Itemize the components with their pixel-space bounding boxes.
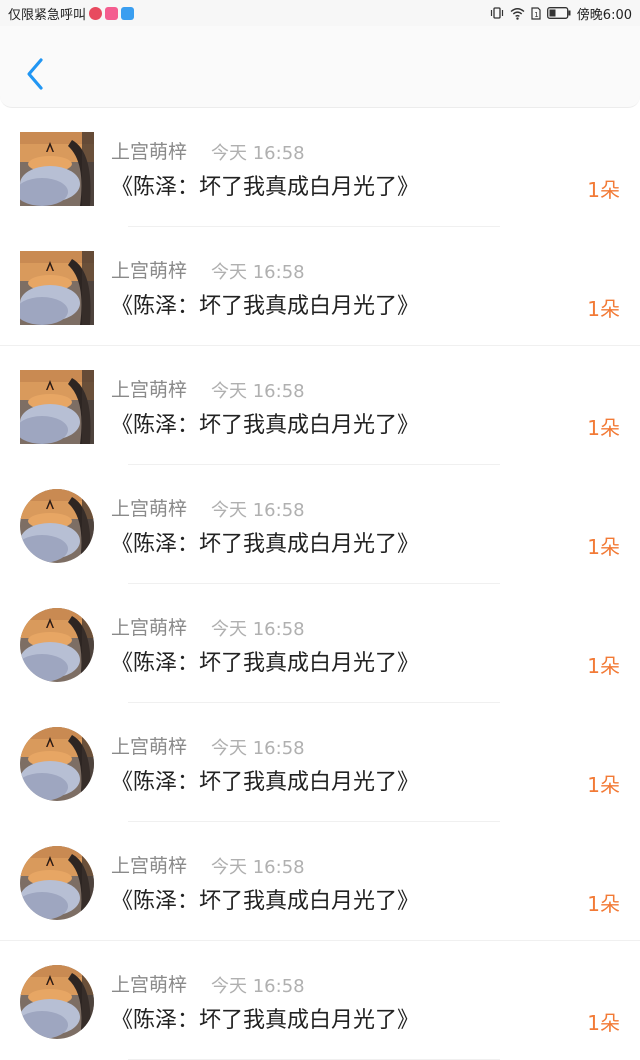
list-item[interactable]: 上宫萌梓 今天 16:58 《陈泽：坏了我真成白月光了》 1朵: [0, 227, 640, 346]
flower-count: 1朵: [587, 654, 620, 678]
svg-text:1: 1: [534, 11, 538, 19]
carrier-text: 仅限紧急呼叫: [8, 7, 87, 23]
battery-icon: [546, 7, 571, 19]
flower-count: 1朵: [587, 178, 620, 202]
list-item[interactable]: 上宫萌梓 今天 16:58 《陈泽：坏了我真成白月光了》 1朵: [0, 822, 640, 941]
message-time: 今天 16:58: [211, 143, 305, 164]
sender-name: 上宫萌梓: [111, 855, 188, 877]
top-app-bar: [0, 26, 640, 108]
app-badge-pink: [105, 6, 119, 20]
sender-name: 上宫萌梓: [111, 141, 188, 163]
flower-count: 1朵: [587, 535, 620, 559]
app-badge-red: [89, 6, 103, 20]
clock-text: 傍晚6:00: [576, 7, 632, 23]
book-title: 《陈泽：坏了我真成白月光了》: [111, 294, 420, 319]
avatar[interactable]: [20, 608, 94, 682]
flower-count: 1朵: [587, 773, 620, 797]
flower-count: 1朵: [587, 297, 620, 321]
flower-count: 1朵: [587, 416, 620, 440]
message-time: 今天 16:58: [211, 738, 305, 759]
sender-name: 上宫萌梓: [111, 260, 188, 282]
sender-name: 上宫萌梓: [111, 617, 188, 639]
message-time: 今天 16:58: [211, 619, 305, 640]
message-time: 今天 16:58: [211, 857, 305, 878]
message-time: 今天 16:58: [211, 976, 305, 997]
sender-name: 上宫萌梓: [111, 974, 188, 996]
status-right: 1 傍晚6:00: [490, 4, 632, 23]
avatar[interactable]: [20, 965, 94, 1039]
avatar[interactable]: [20, 489, 94, 563]
flower-count: 1朵: [587, 892, 620, 916]
book-title: 《陈泽：坏了我真成白月光了》: [111, 532, 420, 557]
sender-name: 上宫萌梓: [111, 498, 188, 520]
list-item[interactable]: 上宫萌梓 今天 16:58 《陈泽：坏了我真成白月光了》 1朵: [0, 584, 640, 703]
list-item[interactable]: 上宫萌梓 今天 16:58 《陈泽：坏了我真成白月光了》 1朵: [0, 703, 640, 822]
vibrate-icon: [490, 6, 504, 20]
list-item[interactable]: 上宫萌梓 今天 16:58 《陈泽：坏了我真成白月光了》 1朵: [0, 941, 640, 1060]
chevron-left-icon: [27, 58, 43, 90]
status-bar: 仅限紧急呼叫 1 傍晚6:00: [0, 0, 640, 26]
list-item[interactable]: 上宫萌梓 今天 16:58 《陈泽：坏了我真成白月光了》 1朵: [0, 346, 640, 465]
list-item[interactable]: 上宫萌梓 今天 16:58 《陈泽：坏了我真成白月光了》 1朵: [0, 465, 640, 584]
sender-name: 上宫萌梓: [111, 736, 188, 758]
list-item[interactable]: 上宫萌梓 今天 16:58 《陈泽：坏了我真成白月光了》 1朵: [0, 108, 640, 227]
message-time: 今天 16:58: [211, 381, 305, 402]
avatar[interactable]: [20, 370, 94, 444]
book-title: 《陈泽：坏了我真成白月光了》: [111, 1008, 420, 1033]
sim-icon: 1: [531, 6, 541, 20]
avatar[interactable]: [20, 251, 94, 325]
avatar[interactable]: [20, 846, 94, 920]
book-title: 《陈泽：坏了我真成白月光了》: [111, 770, 420, 795]
book-title: 《陈泽：坏了我真成白月光了》: [111, 175, 420, 200]
app-badge-blue: [121, 6, 135, 20]
message-list: 上宫萌梓 今天 16:58 《陈泽：坏了我真成白月光了》 1朵 上宫萌梓 今天 …: [0, 108, 640, 1060]
back-button[interactable]: [18, 54, 52, 94]
wifi-icon: [510, 7, 525, 20]
book-title: 《陈泽：坏了我真成白月光了》: [111, 651, 420, 676]
status-left: 仅限紧急呼叫: [8, 4, 135, 23]
sender-name: 上宫萌梓: [111, 379, 188, 401]
message-time: 今天 16:58: [211, 500, 305, 521]
message-time: 今天 16:58: [211, 262, 305, 283]
avatar[interactable]: [20, 132, 94, 206]
flower-count: 1朵: [587, 1011, 620, 1035]
book-title: 《陈泽：坏了我真成白月光了》: [111, 413, 420, 438]
avatar[interactable]: [20, 727, 94, 801]
book-title: 《陈泽：坏了我真成白月光了》: [111, 889, 420, 914]
